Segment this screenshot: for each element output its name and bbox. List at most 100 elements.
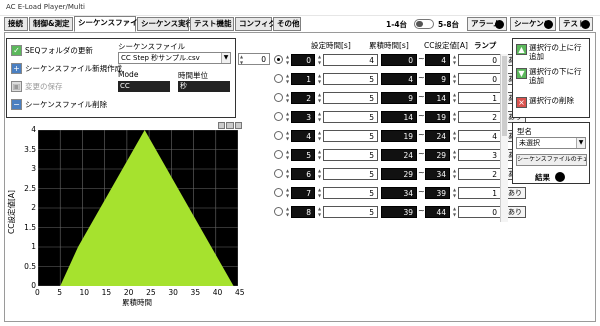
row-select-radio[interactable] xyxy=(274,188,283,197)
time-spin[interactable]: ▲ ▼ xyxy=(317,206,322,218)
y-tick-label: 2 xyxy=(31,203,36,212)
time-spin[interactable]: ▲ ▼ xyxy=(317,187,322,199)
cc-input[interactable]: 1 xyxy=(458,92,501,104)
index-spin[interactable]: ▲ ▼ xyxy=(285,206,290,218)
row-select-radio[interactable] xyxy=(274,150,283,159)
delete-row-button[interactable]: × 選択行の削除 xyxy=(516,96,588,108)
add-row-below-button[interactable]: ▼ 選択行の下に行追加 xyxy=(516,67,588,85)
tab-test[interactable]: テスト機能 xyxy=(190,17,234,31)
save-button[interactable]: ▣ 変更の保存 xyxy=(11,79,63,94)
time-spin[interactable]: ▲ ▼ xyxy=(317,92,322,104)
plot-area xyxy=(37,129,239,287)
cc-input[interactable]: 0 xyxy=(458,54,501,66)
sequence-led xyxy=(544,20,553,29)
table-scrollbar[interactable] xyxy=(500,54,508,222)
model-select[interactable]: 未選択 ▼ xyxy=(516,137,586,149)
index-spin[interactable]: ▲ ▼ xyxy=(285,187,290,199)
x-tick-label: 45 xyxy=(235,288,245,297)
time-input[interactable]: 5 xyxy=(323,92,378,104)
cum-end: 24 xyxy=(425,130,450,142)
time-spin[interactable]: ▲ ▼ xyxy=(317,54,322,66)
cc-spin[interactable]: ▲ ▼ xyxy=(452,73,457,85)
row-index: 6 xyxy=(291,168,315,180)
cc-input[interactable]: 0 xyxy=(458,73,501,85)
cursor-icon[interactable] xyxy=(234,122,242,129)
index-spin[interactable]: ▲ ▼ xyxy=(285,73,290,85)
time-input[interactable]: 5 xyxy=(323,111,378,123)
delete-row-label: 選択行の削除 xyxy=(529,96,574,105)
cum-end: 14 xyxy=(425,92,450,104)
index-spin[interactable]: ▲ ▼ xyxy=(285,54,290,66)
cc-spin[interactable]: ▲ ▼ xyxy=(452,92,457,104)
delete-file-button[interactable]: − シーケンスファイル削除 xyxy=(11,97,107,112)
cc-spin[interactable]: ▲ ▼ xyxy=(452,206,457,218)
index-spin[interactable]: ▲ ▼ xyxy=(285,168,290,180)
cc-spin[interactable]: ▲ ▼ xyxy=(452,149,457,161)
time-input[interactable]: 5 xyxy=(323,73,378,85)
tab-sequence-run[interactable]: シーケンス実行 xyxy=(137,17,193,31)
tab-config[interactable]: コンフィグ xyxy=(235,17,276,31)
cc-input[interactable]: 1 xyxy=(458,187,501,199)
index-spin[interactable]: ▲ ▼ xyxy=(285,92,290,104)
time-input[interactable]: 5 xyxy=(323,149,378,161)
index-control[interactable]: ▲ ▼ 0 xyxy=(238,53,270,65)
row-select-radio[interactable] xyxy=(274,55,283,64)
index-spin[interactable]: ▲ ▼ xyxy=(285,111,290,123)
y-tick-label: 3.5 xyxy=(24,144,36,154)
time-spin[interactable]: ▲ ▼ xyxy=(317,168,322,180)
row-select-radio[interactable] xyxy=(274,169,283,178)
tab-connect[interactable]: 接続 xyxy=(4,17,28,31)
cc-input[interactable]: 2 xyxy=(458,168,501,180)
time-spin[interactable]: ▲ ▼ xyxy=(317,73,322,85)
check-icon: ✓ xyxy=(11,45,22,56)
update-folder-button[interactable]: ✓ SEQフォルダの更新 xyxy=(11,43,93,58)
cc-input[interactable]: 4 xyxy=(458,130,501,142)
check-file-button[interactable]: シーケンスファイルのチェック xyxy=(516,154,587,166)
index-spin[interactable]: ▲ ▼ xyxy=(285,130,290,142)
row-select-radio[interactable] xyxy=(274,74,283,83)
time-input[interactable]: 4 xyxy=(323,54,378,66)
time-input[interactable]: 5 xyxy=(323,168,378,180)
range-tilde: ~ xyxy=(418,149,425,158)
cc-spin[interactable]: ▲ ▼ xyxy=(452,130,457,142)
cum-end: 19 xyxy=(425,111,450,123)
cc-spin[interactable]: ▲ ▼ xyxy=(452,111,457,123)
pan-icon[interactable] xyxy=(226,122,234,129)
x-tick-label: 25 xyxy=(146,288,156,297)
tab-other[interactable]: その他 xyxy=(273,17,301,31)
cc-spin[interactable]: ▲ ▼ xyxy=(452,54,457,66)
zoom-icon[interactable] xyxy=(218,122,226,129)
row-select-radio[interactable] xyxy=(274,93,283,102)
range-tilde: ~ xyxy=(418,130,425,139)
scrollbar-thumb[interactable] xyxy=(502,56,507,136)
index-spin[interactable]: ▲ ▼ xyxy=(239,54,244,66)
header-cumulative: 累積時間[s] xyxy=(369,41,409,50)
row-select-radio[interactable] xyxy=(274,207,283,216)
cc-input[interactable]: 2 xyxy=(458,111,501,123)
tab-control[interactable]: 制御&測定 xyxy=(29,17,73,31)
new-file-button[interactable]: + シーケンスファイル新規作成 xyxy=(11,61,122,76)
index-spin[interactable]: ▲ ▼ xyxy=(285,149,290,161)
row-select-radio[interactable] xyxy=(274,131,283,140)
time-spin[interactable]: ▲ ▼ xyxy=(317,111,322,123)
time-spin[interactable]: ▲ ▼ xyxy=(317,130,322,142)
row-edit-panel: ▲ 選択行の上に行追加 ▼ 選択行の下に行追加 × 選択行の削除 xyxy=(512,38,590,118)
add-row-above-label: 選択行の上に行追加 xyxy=(529,43,582,61)
cc-spin[interactable]: ▲ ▼ xyxy=(452,168,457,180)
row-select-radio[interactable] xyxy=(274,112,283,121)
cum-start: 19 xyxy=(381,130,417,142)
window-title: AC E-Load Player/Multi xyxy=(6,3,85,11)
time-input[interactable]: 5 xyxy=(323,206,378,218)
add-row-above-button[interactable]: ▲ 選択行の上に行追加 xyxy=(516,43,588,61)
row-index: 4 xyxy=(291,130,315,142)
time-input[interactable]: 5 xyxy=(323,187,378,199)
range-tilde: ~ xyxy=(418,54,425,63)
tab-sequence-file[interactable]: シーケンスファイル xyxy=(74,16,145,32)
cc-input[interactable]: 3 xyxy=(458,149,501,161)
unit-toggle[interactable] xyxy=(414,19,434,29)
cc-input[interactable]: 0 xyxy=(458,206,501,218)
time-input[interactable]: 5 xyxy=(323,130,378,142)
time-spin[interactable]: ▲ ▼ xyxy=(317,149,322,161)
seqfile-select[interactable]: CC Step 秒サンプル.csv ▼ xyxy=(118,52,231,64)
cc-spin[interactable]: ▲ ▼ xyxy=(452,187,457,199)
